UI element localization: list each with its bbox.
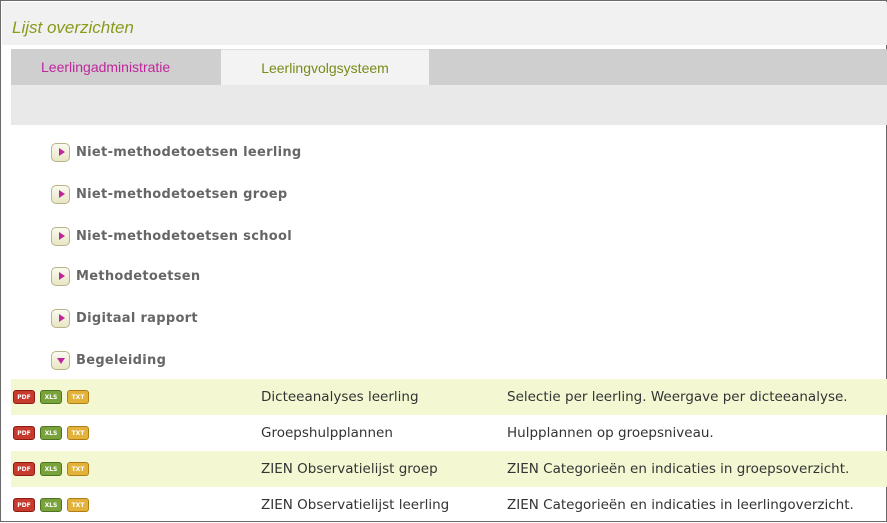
- category-niet-methodetoetsen-school[interactable]: Niet-methodetoetsen school: [51, 225, 292, 247]
- xls-icon[interactable]: XLS: [40, 390, 62, 404]
- pdf-icon[interactable]: PDF: [13, 426, 35, 440]
- expand-arrow-icon[interactable]: [51, 226, 70, 246]
- report-name: Groepshulpplannen: [261, 425, 393, 441]
- txt-icon[interactable]: TXT: [67, 498, 89, 512]
- category-label: Niet-methodetoetsen school: [76, 228, 292, 244]
- txt-icon[interactable]: TXT: [67, 426, 89, 440]
- pdf-icon[interactable]: PDF: [13, 498, 35, 512]
- category-label: Niet-methodetoetsen groep: [76, 186, 288, 202]
- report-name: Dicteeanalyses leerling: [261, 389, 419, 405]
- window-frame: Lijst overzichten Leerlingadministratie …: [0, 0, 887, 522]
- report-description: ZIEN Categorieën en indicaties in groeps…: [507, 461, 850, 477]
- sub-toolbar: [11, 85, 887, 125]
- xls-icon[interactable]: XLS: [40, 498, 62, 512]
- category-niet-methodetoetsen-leerling[interactable]: Niet-methodetoetsen leerling: [51, 141, 302, 163]
- collapse-arrow-icon[interactable]: [51, 350, 70, 370]
- export-icons: PDF XLS TXT: [13, 426, 89, 440]
- expand-arrow-icon[interactable]: [51, 308, 70, 328]
- export-icons: PDF XLS TXT: [13, 390, 89, 404]
- category-label: Begeleiding: [76, 352, 167, 368]
- pdf-icon[interactable]: PDF: [13, 462, 35, 476]
- tab-bar: Leerlingadministratie Leerlingvolgsystee…: [11, 49, 887, 87]
- title-bar: Lijst overzichten: [2, 2, 887, 45]
- category-label: Niet-methodetoetsen leerling: [76, 144, 302, 160]
- tab-leerlingvolgsysteem[interactable]: Leerlingvolgsysteem: [221, 49, 429, 87]
- expand-arrow-icon[interactable]: [51, 266, 70, 286]
- category-niet-methodetoetsen-groep[interactable]: Niet-methodetoetsen groep: [51, 183, 287, 205]
- report-row: PDF XLS TXT Dicteeanalyses leerling Sele…: [11, 379, 887, 415]
- txt-icon[interactable]: TXT: [67, 462, 89, 476]
- report-row: PDF XLS TXT ZIEN Observatielijst groep Z…: [11, 451, 887, 487]
- category-label: Methodetoetsen: [76, 268, 201, 284]
- category-digitaal-rapport[interactable]: Digitaal rapport: [51, 307, 198, 329]
- category-methodetoetsen[interactable]: Methodetoetsen: [51, 265, 200, 287]
- export-icons: PDF XLS TXT: [13, 498, 89, 512]
- report-description: Hulpplannen op groepsniveau.: [507, 425, 714, 441]
- pdf-icon[interactable]: PDF: [13, 390, 35, 404]
- tab-leerlingadministratie[interactable]: Leerlingadministratie: [11, 49, 221, 85]
- page-title: Lijst overzichten: [12, 18, 134, 37]
- xls-icon[interactable]: XLS: [40, 462, 62, 476]
- report-list: PDF XLS TXT Dicteeanalyses leerling Sele…: [11, 379, 887, 523]
- report-name: ZIEN Observatielijst leerling: [261, 497, 450, 513]
- export-icons: PDF XLS TXT: [13, 462, 89, 476]
- report-row: PDF XLS TXT Groepshulpplannen Hulpplanne…: [11, 415, 887, 451]
- report-row: PDF XLS TXT ZIEN Observatielijst leerlin…: [11, 487, 887, 523]
- report-description: Selectie per leerling. Weergave per dict…: [507, 389, 848, 405]
- expand-arrow-icon[interactable]: [51, 184, 70, 204]
- report-description: ZIEN Categorieën en indicaties in leerli…: [507, 497, 854, 513]
- xls-icon[interactable]: XLS: [40, 426, 62, 440]
- category-label: Digitaal rapport: [76, 310, 198, 326]
- txt-icon[interactable]: TXT: [67, 390, 89, 404]
- report-name: ZIEN Observatielijst groep: [261, 461, 438, 477]
- category-begeleiding[interactable]: Begeleiding: [51, 349, 166, 371]
- expand-arrow-icon[interactable]: [51, 142, 70, 162]
